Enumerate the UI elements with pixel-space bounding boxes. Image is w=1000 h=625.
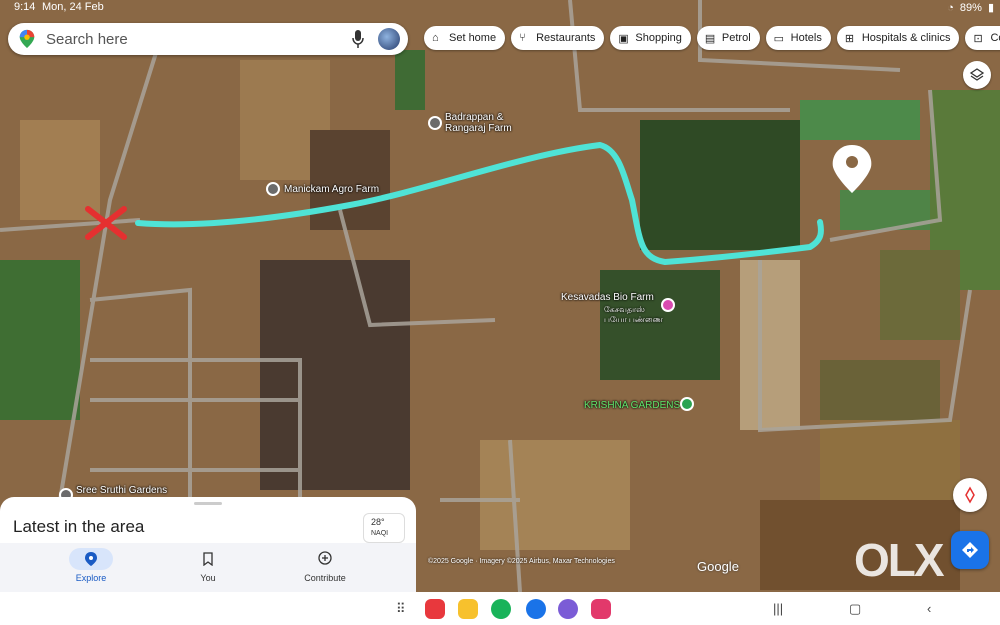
explore-pin-icon [85, 552, 97, 566]
map-attribution: ©2025 Google · Imagery ©2025 Airbus, Max… [428, 558, 615, 565]
chip-label: Co [990, 32, 1000, 44]
bed-icon: ▭ [773, 33, 785, 45]
place-label[interactable]: Kesavadas Bio Farm [561, 292, 654, 303]
chip-shopping[interactable]: ▣ Shopping [610, 26, 691, 50]
chip-label: Restaurants [536, 32, 596, 44]
layers-icon [969, 68, 985, 81]
category-chips: ⌂ Set home ⑂ Restaurants ▣ Shopping ▤ Petrol… [424, 26, 1000, 50]
tab-label: Explore [75, 573, 107, 583]
hospital-icon: ⊞ [844, 33, 855, 45]
tab-label: You [200, 573, 216, 583]
compass-button[interactable] [953, 478, 987, 512]
plus-circle-icon [318, 551, 332, 565]
bottom-nav: Explore You Contribute [0, 543, 416, 592]
google-watermark: Google [697, 559, 739, 574]
app-icon[interactable] [458, 599, 478, 619]
chip-restaurants[interactable]: ⑂ Restaurants [511, 26, 605, 50]
tab-contribute[interactable]: Contribute [285, 543, 365, 592]
status-time: 9:14 [14, 1, 36, 13]
bookmark-icon [203, 552, 213, 566]
chip-label: Hospitals & clinics [861, 32, 951, 44]
fork-knife-icon: ⑂ [519, 32, 526, 44]
weather-aqi: NAQI [371, 530, 389, 537]
place-label-tamil: கேசவதாஸ் பயோ பண்ணை [604, 305, 663, 324]
place-marker-icon[interactable] [661, 298, 675, 312]
chip-hospitals[interactable]: ⊞ Hospitals & clinics [836, 26, 960, 50]
bottom-sheet[interactable]: Latest in the area 28° NAQI Explore You [0, 497, 416, 592]
search-input[interactable]: Search here [46, 31, 352, 48]
home-icon: ⌂ [432, 32, 439, 44]
app-icon[interactable] [425, 599, 445, 619]
place-label[interactable]: Badrappan & Rangaraj Farm [445, 112, 512, 134]
weather-temp: 28° [371, 517, 385, 527]
system-taskbar: ⠿ ||| ▢ ‹ [0, 592, 1000, 625]
place-marker-icon[interactable] [680, 397, 694, 411]
recents-icon[interactable]: ||| [773, 601, 783, 616]
chip-label: Shopping [635, 32, 682, 44]
tab-label: Contribute [304, 573, 346, 583]
maps-logo-icon [19, 29, 35, 49]
mic-icon[interactable] [352, 30, 364, 48]
chip-hotels[interactable]: ▭ Hotels [765, 26, 831, 50]
tab-explore[interactable]: Explore [51, 543, 131, 592]
place-label[interactable]: Sree Sruthi Gardens [76, 485, 167, 496]
cart-icon: ⊡ [973, 33, 983, 45]
status-bar: 9:14 Mon, 24 Feb ◔ 89% ▮ [0, 0, 1000, 16]
search-bar[interactable]: Search here [8, 23, 408, 55]
avatar[interactable] [378, 28, 400, 50]
compass-icon [965, 486, 975, 504]
app-icon[interactable] [558, 599, 578, 619]
app-icon[interactable] [491, 599, 511, 619]
tab-you[interactable]: You [168, 543, 248, 592]
place-marker-icon[interactable] [428, 116, 442, 130]
chip-set-home[interactable]: ⌂ Set home [424, 26, 506, 50]
battery-icon: ▮ [987, 2, 994, 14]
place-marker-icon[interactable] [266, 182, 280, 196]
place-label[interactable]: Manickam Agro Farm [284, 184, 379, 195]
olx-watermark: OLX [854, 534, 945, 586]
weather-badge[interactable]: 28° NAQI [363, 513, 405, 543]
wifi-icon: ◔ [947, 1, 954, 14]
place-label[interactable]: KRISHNA GARDENS [584, 400, 680, 411]
bag-icon: ▣ [618, 33, 629, 45]
back-icon[interactable]: ‹ [927, 601, 931, 616]
layers-button[interactable] [963, 61, 991, 89]
chip-more[interactable]: ⊡ Co [965, 26, 1000, 50]
fuel-icon: ▤ [704, 33, 716, 45]
app-icon[interactable] [591, 599, 611, 619]
app-drawer-icon[interactable]: ⠿ [396, 601, 406, 617]
chip-label: Set home [449, 32, 497, 44]
chip-label: Petrol [721, 32, 751, 44]
directions-icon [962, 542, 978, 558]
chip-label: Hotels [790, 32, 822, 44]
app-icon[interactable] [526, 599, 546, 619]
status-date: Mon, 24 Feb [42, 1, 104, 13]
home-button-icon[interactable]: ▢ [849, 601, 861, 617]
sheet-drag-handle[interactable] [194, 502, 222, 505]
directions-button[interactable] [951, 531, 989, 569]
battery-level: 89% [959, 1, 982, 14]
sheet-title: Latest in the area [13, 517, 145, 536]
chip-petrol[interactable]: ▤ Petrol [696, 26, 760, 50]
